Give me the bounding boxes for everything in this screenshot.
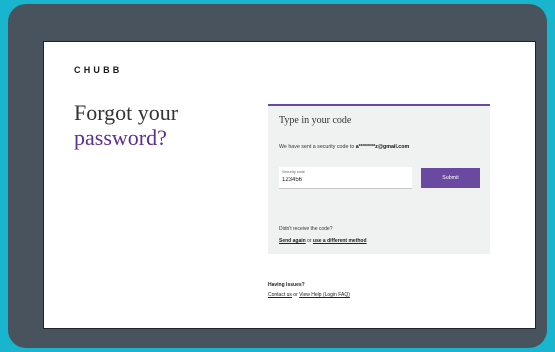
browser-screen: CHUBB Forgot your password? Type in your… bbox=[43, 41, 536, 329]
resend-links: Send again or use a different method bbox=[279, 238, 367, 244]
no-code-text: Didn't receive the code? bbox=[279, 226, 333, 232]
code-card: Type in your code We have sent a securit… bbox=[268, 104, 490, 254]
masked-email: a********z@gmail.com bbox=[355, 144, 410, 150]
issues-section: Having Issues? Contact us or View Help (… bbox=[268, 282, 350, 298]
issues-or-text: or bbox=[293, 292, 298, 298]
page-title-line2: password? bbox=[74, 125, 167, 150]
card-title: Type in your code bbox=[279, 115, 352, 126]
security-code-input[interactable] bbox=[282, 177, 402, 183]
code-sent-message: We have sent a security code to a*******… bbox=[279, 144, 409, 150]
or-text: or bbox=[307, 238, 312, 244]
contact-us-link[interactable]: Contact us bbox=[268, 292, 292, 298]
submit-button[interactable]: Submit bbox=[421, 168, 480, 188]
page-title-line1: Forgot your bbox=[74, 100, 179, 125]
view-help-link[interactable]: View Help (Login FAQ) bbox=[299, 292, 350, 298]
page-title: Forgot your password? bbox=[74, 100, 178, 150]
security-code-label: Security code bbox=[282, 170, 306, 174]
code-sent-prefix: We have sent a security code to bbox=[279, 144, 356, 150]
send-again-link[interactable]: Send again bbox=[279, 238, 306, 244]
different-method-link[interactable]: use a different method bbox=[313, 238, 367, 244]
chubb-logo: CHUBB bbox=[74, 65, 123, 75]
device-frame: CHUBB Forgot your password? Type in your… bbox=[8, 4, 547, 348]
security-code-field[interactable]: Security code bbox=[279, 167, 412, 189]
issues-title: Having Issues? bbox=[268, 282, 305, 288]
